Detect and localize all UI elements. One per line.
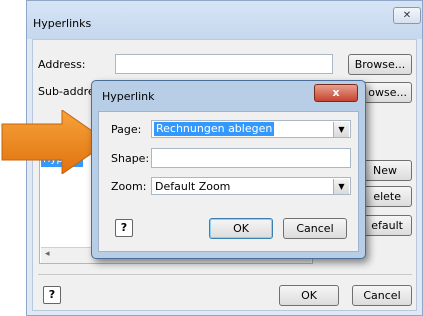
browse-address-button[interactable]: Browse... — [348, 54, 412, 75]
hyperlink-body: Page: Rechnungen ablegen ▼ Shape: Zoom: … — [98, 111, 359, 252]
address-field[interactable] — [115, 54, 333, 74]
help-icon[interactable]: ? — [43, 286, 61, 304]
scroll-left-icon[interactable]: ◂ — [45, 249, 50, 259]
zoom-label: Zoom: — [111, 180, 147, 193]
divider — [38, 274, 412, 275]
address-label: Address: — [38, 58, 86, 71]
chevron-down-icon[interactable]: ▼ — [333, 179, 349, 194]
page-combo[interactable]: Rechnungen ablegen ▼ — [151, 120, 351, 138]
zoom-value: Default Zoom — [155, 180, 231, 193]
ok-button[interactable]: OK — [279, 285, 339, 306]
dialog-title: Hyperlink — [102, 90, 155, 103]
hyperlinks-titlebar[interactable]: Hyperlinks ✕ — [27, 1, 422, 39]
close-icon[interactable]: x — [314, 84, 358, 102]
shape-field[interactable] — [151, 148, 351, 168]
dialog-title: Hyperlinks — [33, 17, 92, 30]
close-icon[interactable]: ✕ — [393, 7, 421, 24]
shape-label: Shape: — [111, 152, 150, 165]
page-label: Page: — [111, 123, 142, 136]
zoom-combo[interactable]: Default Zoom ▼ — [151, 177, 351, 195]
chevron-down-icon[interactable]: ▼ — [333, 122, 349, 137]
page-value: Rechnungen ablegen — [154, 122, 275, 136]
ok-button[interactable]: OK — [209, 218, 273, 239]
hyperlink-dialog: Hyperlink x Page: Rechnungen ablegen ▼ S… — [91, 80, 366, 259]
subaddress-label: Sub-addre — [38, 85, 95, 98]
help-icon[interactable]: ? — [115, 219, 133, 237]
cancel-button[interactable]: Cancel — [283, 218, 347, 239]
cancel-button[interactable]: Cancel — [352, 285, 412, 306]
